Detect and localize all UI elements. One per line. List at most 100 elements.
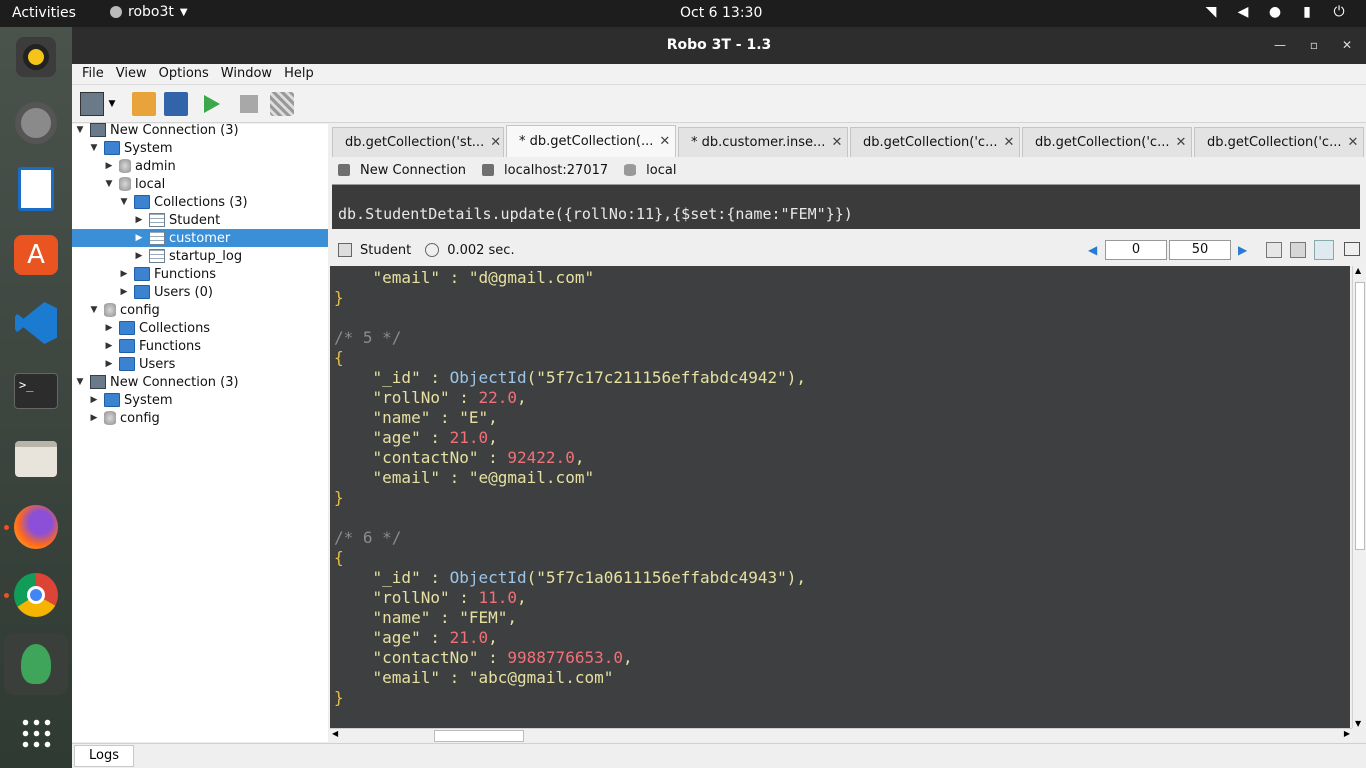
volume-icon[interactable]: ◀ [1234,3,1252,21]
maximize-button[interactable]: ▫ [1305,36,1323,54]
tools-icon[interactable] [270,92,294,116]
expand-arrow-icon[interactable]: ▶ [88,413,100,423]
horizontal-scrollbar[interactable]: ◀ ▶ [330,728,1352,742]
expand-arrow-icon[interactable]: ▶ [118,269,130,279]
chrome-icon[interactable] [10,569,62,621]
expand-arrow-icon[interactable]: ▶ [118,287,130,297]
expand-arrow-icon[interactable]: ▼ [74,377,86,387]
tree-node-connection[interactable]: ▼ New Connection (3) [74,121,326,139]
scroll-right-icon[interactable]: ▶ [1344,729,1350,738]
tree-node-config-2[interactable]: ▶ config [88,409,326,427]
scroll-down-icon[interactable]: ▼ [1355,719,1361,728]
query-tab-active[interactable]: * db.getCollection(... ✕ [506,125,676,157]
rhythmbox-icon[interactable] [10,31,62,83]
expand-arrow-icon[interactable]: ▶ [88,395,100,405]
tree-node-config-functions[interactable]: ▶ Functions [103,337,326,355]
close-tab-icon[interactable]: ✕ [1175,135,1186,150]
tree-node-collections[interactable]: ▼ Collections (3) [118,193,326,211]
tree-node-functions[interactable]: ▶ Functions [118,265,326,283]
expand-arrow-icon[interactable]: ▶ [133,233,145,243]
prev-page-icon[interactable]: ◀ [1088,243,1097,257]
tree-node-admin[interactable]: ▶ admin [103,157,326,175]
query-editor[interactable]: db.StudentDetails.update({rollNo:11},{$s… [332,184,1360,229]
menu-view[interactable]: View [110,64,153,84]
tree-node-customer[interactable]: ▶ customer [72,229,328,247]
tree-node-local[interactable]: ▼ local [103,175,326,193]
expand-arrow-icon[interactable]: ▼ [88,305,100,315]
tree-node-system-2[interactable]: ▶ System [88,391,326,409]
stop-icon[interactable] [240,95,258,113]
tree-node-connection-2[interactable]: ▼ New Connection (3) [74,373,326,391]
query-tab[interactable]: db.getCollection('c... ✕ [1194,127,1364,157]
scroll-up-icon[interactable]: ▲ [1355,266,1361,275]
query-tab[interactable]: db.getCollection('st... ✕ [332,127,504,157]
expand-arrow-icon[interactable]: ▶ [103,359,115,369]
execute-icon[interactable] [204,95,220,113]
close-tab-icon[interactable]: ✕ [1003,135,1014,150]
menu-options[interactable]: Options [153,64,215,84]
app-menu[interactable]: robo3t ▼ [110,4,188,20]
vscode-icon[interactable] [10,297,62,349]
scroll-thumb[interactable] [1355,282,1365,550]
firefox-icon[interactable] [10,501,62,553]
next-page-icon[interactable]: ▶ [1238,243,1247,257]
power-icon[interactable]: ⏻ [1330,3,1348,21]
close-tab-icon[interactable]: ✕ [490,135,501,150]
files-icon[interactable] [10,433,62,485]
menu-file[interactable]: File [76,64,110,84]
tree-node-config-collections[interactable]: ▶ Collections [103,319,326,337]
system-tray[interactable]: ◥ ◀ ● ▮ ⏻ [1202,3,1348,21]
expand-arrow-icon[interactable]: ▼ [103,179,115,189]
chevron-down-icon[interactable]: ▼ [106,92,118,116]
writer-icon[interactable] [10,163,62,215]
expand-arrow-icon[interactable]: ▶ [103,341,115,351]
table-view-icon[interactable] [1290,242,1306,258]
expand-arrow-icon[interactable]: ▶ [133,215,145,225]
skip-input[interactable]: 0 [1105,240,1167,260]
battery-icon[interactable]: ▮ [1298,3,1316,21]
maximize-results-icon[interactable] [1344,242,1360,256]
tree-node-system[interactable]: ▼ System [88,139,326,157]
save-icon[interactable] [164,92,188,116]
query-text[interactable]: db.StudentDetails.update({rollNo:11},{$s… [338,205,853,223]
close-button[interactable]: ✕ [1338,36,1356,54]
query-tab[interactable]: db.getCollection('c... ✕ [850,127,1020,157]
terminal-icon[interactable]: >_ [10,365,62,417]
activities-button[interactable]: Activities [12,5,76,21]
menu-window[interactable]: Window [215,64,278,84]
connect-icon[interactable] [80,92,104,116]
close-tab-icon[interactable]: ✕ [659,134,670,149]
text-view-icon[interactable] [1314,240,1334,260]
expand-arrow-icon[interactable]: ▼ [74,125,86,135]
query-tab[interactable]: * db.customer.inse... ✕ [678,127,848,157]
minimize-button[interactable]: — [1271,36,1289,54]
open-folder-icon[interactable] [132,92,156,116]
menu-help[interactable]: Help [278,64,320,84]
query-tab[interactable]: db.getCollection('c... ✕ [1022,127,1192,157]
settings-icon[interactable] [10,97,62,149]
expand-arrow-icon[interactable]: ▶ [103,323,115,333]
logs-button[interactable]: Logs [74,745,134,767]
robo3t-dock-icon[interactable] [4,633,68,695]
tree-node-config-users[interactable]: ▶ Users [103,355,326,373]
results-text-view[interactable]: "email" : "d@gmail.com"}/* 5 */{ "_id" :… [330,266,1350,728]
tree-node-config[interactable]: ▼ config [88,301,326,319]
show-apps-icon[interactable] [10,707,62,759]
scroll-thumb[interactable] [434,730,524,742]
scroll-left-icon[interactable]: ◀ [332,729,338,738]
tree-node-startup-log[interactable]: ▶ startup_log [133,247,326,265]
limit-input[interactable]: 50 [1169,240,1231,260]
tree-node-users[interactable]: ▶ Users (0) [118,283,326,301]
expand-arrow-icon[interactable]: ▼ [88,143,100,153]
close-tab-icon[interactable]: ✕ [831,135,842,150]
expand-arrow-icon[interactable]: ▶ [133,251,145,261]
vertical-scrollbar[interactable]: ▲ ▼ [1352,266,1366,728]
expand-arrow-icon[interactable]: ▼ [118,197,130,207]
wifi-icon[interactable]: ◥ [1202,3,1220,21]
tree-node-student[interactable]: ▶ Student [133,211,326,229]
ubuntu-software-icon[interactable]: A [10,229,62,281]
tree-view-icon[interactable] [1266,242,1282,258]
expand-arrow-icon[interactable]: ▶ [103,161,115,171]
mic-icon[interactable]: ● [1266,3,1284,21]
clock[interactable]: Oct 6 13:30 [680,5,762,21]
